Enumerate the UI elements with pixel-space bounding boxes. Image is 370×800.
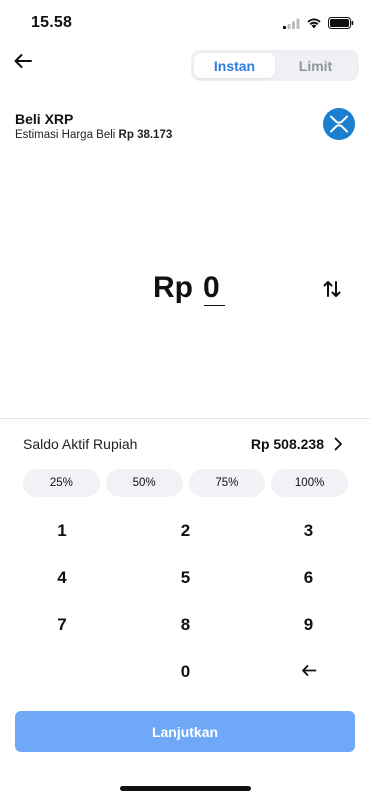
- swap-vertical-icon[interactable]: [321, 278, 343, 300]
- key-9[interactable]: 9: [247, 601, 370, 648]
- status-time: 15.58: [31, 14, 73, 31]
- amount-display: Rp 0: [0, 268, 370, 312]
- signal-icon: [283, 16, 300, 34]
- key-0[interactable]: 0: [124, 648, 247, 695]
- numeric-keypad: 1 2 3 4 5 6 7 8 9 0: [0, 507, 370, 695]
- tab-limit[interactable]: Limit: [275, 53, 356, 78]
- arrow-left-icon: [13, 53, 33, 74]
- percent-75-button[interactable]: 75%: [188, 469, 266, 497]
- key-8[interactable]: 8: [124, 601, 247, 648]
- backspace-key[interactable]: [247, 648, 370, 695]
- key-4[interactable]: 4: [0, 554, 124, 601]
- home-indicator: [120, 786, 251, 791]
- asset-estimate: Estimasi Harga Beli Rp 38.173: [15, 129, 172, 141]
- key-5[interactable]: 5: [124, 554, 247, 601]
- amount-currency: Rp: [153, 271, 193, 304]
- tab-instan[interactable]: Instan: [194, 53, 275, 78]
- battery-icon: [328, 16, 354, 34]
- key-7[interactable]: 7: [0, 601, 124, 648]
- xrp-logo-icon: [323, 108, 355, 140]
- key-empty: [0, 648, 124, 695]
- balance-value: Rp 508.238: [250, 436, 324, 452]
- chevron-right-icon[interactable]: [331, 436, 345, 452]
- amount-value[interactable]: 0: [203, 271, 220, 305]
- balance-label: Saldo Aktif Rupiah: [23, 436, 138, 452]
- key-2[interactable]: 2: [124, 507, 247, 554]
- divider: [0, 418, 370, 419]
- header: Instan Limit: [0, 44, 370, 90]
- status-icons: [283, 16, 354, 34]
- key-1[interactable]: 1: [0, 507, 124, 554]
- amount-cursor-underline: [204, 305, 225, 306]
- key-6[interactable]: 6: [247, 554, 370, 601]
- status-bar: 15.58: [0, 0, 370, 44]
- balance-row[interactable]: Saldo Aktif Rupiah Rp 508.238: [0, 432, 370, 456]
- continue-button[interactable]: Lanjutkan: [15, 711, 355, 752]
- wifi-icon: [306, 16, 322, 34]
- estimate-label: Estimasi Harga Beli: [15, 129, 116, 141]
- key-3[interactable]: 3: [247, 507, 370, 554]
- asset-title: Beli XRP: [15, 111, 74, 127]
- backspace-arrow-icon: [301, 662, 317, 682]
- percent-50-button[interactable]: 50%: [105, 469, 183, 497]
- estimate-value: Rp 38.173: [118, 129, 173, 141]
- back-button[interactable]: [12, 52, 34, 74]
- percent-25-button[interactable]: 25%: [23, 469, 100, 497]
- percent-100-button[interactable]: 100%: [271, 469, 348, 497]
- percent-options: 25% 50% 75% 100%: [23, 469, 348, 497]
- order-type-segment: Instan Limit: [191, 50, 359, 81]
